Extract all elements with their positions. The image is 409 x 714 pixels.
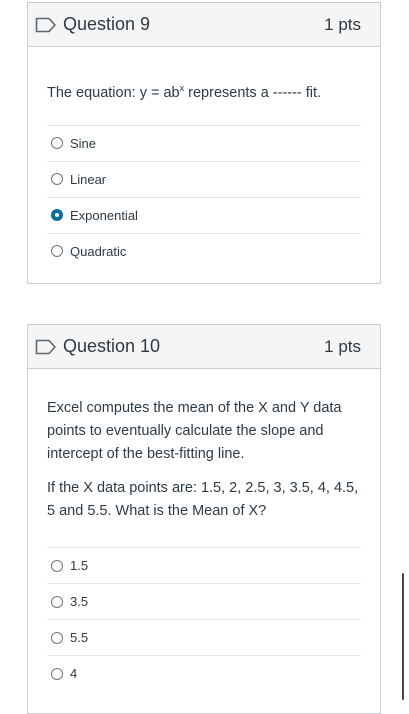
answer-option-selected[interactable]: Exponential: [47, 196, 361, 233]
radio-button[interactable]: [51, 667, 63, 680]
question-paragraph: Excel computes the mean of the X and Y d…: [47, 400, 342, 462]
answer-option[interactable]: Linear: [47, 160, 361, 197]
question-title: Question 9: [63, 14, 151, 34]
answer-option[interactable]: 4: [47, 655, 361, 691]
flag-question-icon[interactable]: [35, 17, 57, 33]
flag-question-icon[interactable]: [35, 339, 57, 355]
answer-label: Linear: [70, 171, 107, 187]
answer-label: Exponential: [70, 207, 138, 223]
question-header: Question 10 1 pts: [28, 325, 380, 369]
answer-list: Sine Linear Exponential Quadratic: [47, 124, 361, 269]
answer-label: Sine: [70, 135, 97, 151]
radio-button[interactable]: [51, 631, 63, 644]
radio-button[interactable]: [51, 245, 63, 258]
question-points: 1 pts: [324, 14, 361, 34]
question-title: Question 10: [63, 336, 161, 356]
answer-option[interactable]: 1.5: [47, 547, 361, 583]
radio-button[interactable]: [51, 137, 63, 150]
answer-label: 1.5: [70, 558, 89, 573]
question-header: Question 9 1 pts: [28, 3, 380, 47]
answer-option[interactable]: 5.5: [47, 619, 361, 655]
radio-button[interactable]: [51, 595, 63, 608]
radio-button[interactable]: [51, 559, 63, 572]
answer-label: Quadratic: [70, 243, 127, 259]
answer-option[interactable]: Sine: [47, 124, 361, 161]
question-points: 1 pts: [324, 336, 361, 356]
answer-label: 3.5: [70, 594, 89, 609]
answer-option[interactable]: Quadratic: [47, 232, 361, 269]
question-card-10: Question 10 1 pts Excel computes the mea…: [27, 324, 381, 714]
answer-label: 5.5: [70, 630, 89, 645]
radio-button-selected[interactable]: [51, 209, 63, 222]
scrollbar-thumb[interactable]: [402, 573, 404, 700]
answer-label: 4: [70, 666, 78, 681]
answer-option[interactable]: 3.5: [47, 583, 361, 619]
radio-button[interactable]: [51, 173, 63, 186]
question-paragraph: If the X data points are: 1.5, 2, 2.5, 3…: [47, 480, 359, 519]
question-card-9: Question 9 1 pts The equation: y = abx r…: [27, 2, 381, 284]
answer-list: 1.5 3.5 5.5 4: [47, 547, 361, 691]
question-text: The equation: y = abx represents a -----…: [47, 83, 322, 101]
